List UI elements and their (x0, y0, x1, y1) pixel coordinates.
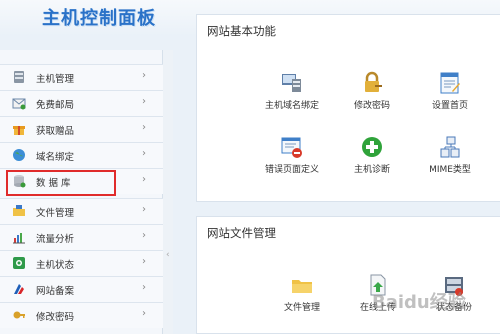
function-label: 错误页面定义 (264, 165, 319, 175)
domain-bind-button[interactable]: 主机域名绑定 (257, 71, 327, 115)
watermark: Baidu经验 (372, 292, 466, 313)
function-label: 主机域名绑定 (264, 101, 319, 111)
chevron-right-icon: › (142, 122, 146, 133)
chevron-right-icon: › (142, 282, 146, 293)
mime-type-button[interactable]: MIME类型 (415, 135, 485, 179)
sidebar-item-host-status[interactable]: 主机状态 › (0, 250, 163, 276)
function-label: 修改密码 (353, 101, 390, 111)
sidebar-item-label: 网站备案 (36, 286, 75, 297)
homepage-icon (440, 72, 460, 94)
sidebar-item-label: 修改密码 (36, 312, 75, 323)
status-icon (12, 256, 26, 270)
sidebar-item-free-mail[interactable]: 免费邮局 › (0, 90, 163, 116)
chevron-right-icon: › (142, 70, 146, 81)
lock-icon (365, 71, 382, 92)
chevron-right-icon: › (142, 308, 146, 319)
chart-icon (12, 230, 26, 244)
sidebar-item-change-password[interactable]: 修改密码 › (0, 302, 163, 328)
error-page-icon (281, 137, 302, 158)
file-manager-button[interactable]: 文件管理 (267, 273, 337, 317)
domain-bind-icon (282, 74, 301, 92)
change-password-button[interactable]: 修改密码 (337, 71, 407, 115)
sidebar-item-site-filing[interactable]: 网站备案 › (0, 276, 163, 302)
error-page-button[interactable]: 错误页面定义 (257, 135, 327, 179)
folder-icon (12, 204, 26, 218)
panel-title: 网站基本功能 (207, 24, 276, 38)
sidebar-item-label: 文件管理 (36, 208, 75, 219)
function-label: 主机诊断 (353, 165, 390, 175)
flag-icon (12, 282, 26, 296)
gift-icon (12, 122, 26, 136)
set-homepage-button[interactable]: 设置首页 (415, 71, 485, 115)
panel-logo-title: 主机控制面板 (42, 8, 156, 29)
sidebar-item-host-management[interactable]: 主机管理 › (0, 64, 163, 90)
chevron-right-icon: › (142, 230, 146, 241)
sidebar-item-label: 获取赠品 (36, 126, 75, 137)
sidebar-item-label: 主机管理 (36, 74, 75, 85)
key-icon (12, 308, 26, 322)
function-label: 文件管理 (283, 303, 320, 313)
sidebar: 主机管理 › 免费邮局 › 获取赠品 › 域名绑定 › 数 据 库 › 文件管理 (0, 50, 163, 334)
host-diagnose-button[interactable]: 主机诊断 (337, 135, 407, 179)
sidebar-item-file-management[interactable]: 文件管理 › (0, 198, 163, 224)
sidebar-item-label: 流量分析 (36, 234, 75, 245)
mail-icon (12, 96, 26, 110)
sidebar-item-label: 数 据 库 (36, 178, 71, 189)
sidebar-item-domain-binding[interactable]: 域名绑定 › (0, 142, 163, 168)
panel-title: 网站文件管理 (207, 226, 276, 240)
sidebar-item-traffic-analysis[interactable]: 流量分析 › (0, 224, 163, 250)
basic-functions-panel: 网站基本功能 主机域名绑定 修改密码 设置首页 错误页面定义 主机诊断 MIME… (196, 14, 500, 202)
collapse-arrow-icon[interactable]: ‹ (166, 250, 170, 260)
database-icon (12, 174, 26, 188)
chevron-right-icon: › (142, 96, 146, 107)
server-icon (12, 70, 26, 84)
sidebar-item-label: 免费邮局 (36, 100, 75, 111)
chevron-right-icon: › (142, 204, 146, 215)
sidebar-item-database[interactable]: 数 据 库 › (0, 168, 163, 196)
chevron-right-icon: › (142, 256, 146, 267)
sidebar-item-label: 主机状态 (36, 260, 75, 271)
file-folder-icon (292, 280, 312, 293)
mime-icon (440, 136, 460, 158)
function-label: MIME类型 (429, 165, 471, 175)
file-management-panel: 网站文件管理 文件管理 在线上传 状态备份 (196, 216, 500, 334)
diagnose-icon (362, 137, 382, 157)
chevron-right-icon: › (142, 174, 146, 185)
sidebar-splitter[interactable] (163, 50, 173, 334)
chevron-right-icon: › (142, 148, 146, 159)
sidebar-item-get-gift[interactable]: 获取赠品 › (0, 116, 163, 142)
sidebar-item-label: 域名绑定 (36, 152, 75, 163)
function-label: 设置首页 (431, 101, 468, 111)
globe-icon (12, 148, 26, 162)
